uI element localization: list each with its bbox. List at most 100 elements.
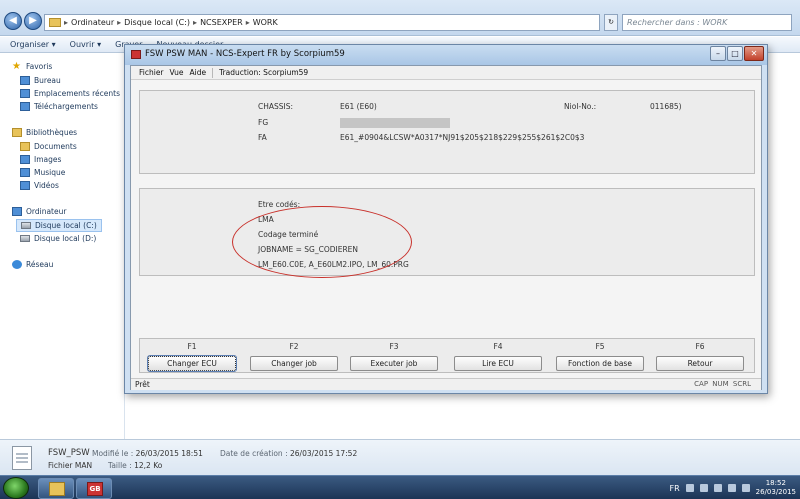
chevron-right-icon: ▸ xyxy=(193,18,198,27)
sidebar-favorites[interactable]: ★ Favoris xyxy=(12,61,52,72)
sidebar-item-desktop[interactable]: Bureau xyxy=(20,76,61,85)
fg-label: FG xyxy=(258,118,269,127)
taskbar-ncs-expert-button[interactable]: GB xyxy=(76,478,112,499)
file-created: Date de création : 26/03/2015 17:52 xyxy=(220,449,358,458)
keyboard-indicators: CAP NUM SCRL xyxy=(694,380,751,388)
change-job-button[interactable]: Changer job xyxy=(250,356,338,371)
fa-value: E61_#0904&LCSW*A0317*NJ91$205$218$229$25… xyxy=(340,133,585,142)
sidebar-network[interactable]: Réseau xyxy=(12,260,53,269)
computer-icon xyxy=(12,207,22,216)
network-icon xyxy=(12,260,22,269)
maximize-button[interactable]: □ xyxy=(727,46,743,61)
volume-icon[interactable] xyxy=(741,484,750,492)
breadcrumb-ncsexper[interactable]: NCSEXPER xyxy=(200,18,243,27)
breadcrumb-drive-c[interactable]: Disque local (C:) xyxy=(124,18,190,27)
system-tray: FR 18:52 26/03/2015 xyxy=(669,478,796,498)
chevron-right-icon: ▸ xyxy=(245,18,250,27)
breadcrumb-computer[interactable]: Ordinateur xyxy=(71,18,114,27)
sidebar-item-videos[interactable]: Vidéos xyxy=(20,181,59,190)
base-function-button[interactable]: Fonction de base xyxy=(556,356,644,371)
change-ecu-button[interactable]: Changer ECU xyxy=(147,355,237,372)
sidebar-item-recent[interactable]: Emplacements récents xyxy=(20,89,120,98)
folder-icon xyxy=(49,18,61,27)
sidebar-item-downloads[interactable]: Téléchargements xyxy=(20,102,98,111)
open-button[interactable]: Ouvrir ▾ xyxy=(70,40,101,49)
chevron-right-icon: ▸ xyxy=(117,18,122,27)
taskbar: GB FR 18:52 26/03/2015 xyxy=(0,475,800,499)
status-bar: Prêt CAP NUM SCRL xyxy=(131,378,761,390)
close-button[interactable]: ✕ xyxy=(744,46,764,61)
sidebar-item-images[interactable]: Images xyxy=(20,155,61,164)
sidebar-libraries[interactable]: Bibliothèques xyxy=(12,128,77,137)
app-icon xyxy=(131,50,141,59)
menu-translation[interactable]: Traduction: Scorpium59 xyxy=(219,68,308,77)
nio-value: 011685) xyxy=(650,102,682,111)
videos-icon xyxy=(20,181,30,190)
file-icon xyxy=(12,446,32,470)
sidebar-item-drive-c[interactable]: Disque local (C:) xyxy=(16,219,102,232)
fkey-label-f6: F6 xyxy=(695,342,705,351)
menu-view[interactable]: Vue xyxy=(170,68,184,77)
explorer-address-bar: ◀ ▶ ▸ Ordinateur ▸ Disque local (C:) ▸ N… xyxy=(0,0,800,36)
clock[interactable]: 18:52 26/03/2015 xyxy=(756,479,796,497)
tray-icon[interactable] xyxy=(685,484,694,492)
details-pane: FSW_PSW Modifié le : 26/03/2015 18:51 Da… xyxy=(0,439,800,475)
address-field[interactable]: ▸ Ordinateur ▸ Disque local (C:) ▸ NCSEX… xyxy=(44,14,600,31)
library-icon xyxy=(12,128,22,137)
ncs-expert-window: FSW PSW MAN - NCS-Expert FR by Scorpium5… xyxy=(124,44,768,394)
documents-icon xyxy=(20,142,30,151)
language-indicator[interactable]: FR xyxy=(669,484,679,493)
chassis-value: E61 (E60) xyxy=(340,102,377,111)
fg-value-redacted xyxy=(340,118,450,128)
execute-job-button[interactable]: Executer job xyxy=(350,356,438,371)
file-modified: Modifié le : 26/03/2015 18:51 xyxy=(92,449,203,458)
forward-button[interactable]: ▶ xyxy=(24,12,42,30)
organize-button[interactable]: Organiser ▾ xyxy=(10,40,56,49)
search-input[interactable]: Rechercher dans : WORK xyxy=(622,14,792,31)
refresh-button[interactable]: ↻ xyxy=(604,14,618,31)
nio-label: NioI-No.: xyxy=(564,102,597,111)
menu-help[interactable]: Aide xyxy=(190,68,207,77)
status-text: Prêt xyxy=(135,380,150,389)
fkey-label-f3: F3 xyxy=(389,342,399,351)
sidebar-item-drive-d[interactable]: Disque local (D:) xyxy=(20,234,96,243)
recent-places-icon xyxy=(20,89,30,98)
sidebar-item-music[interactable]: Musique xyxy=(20,168,65,177)
sidebar-computer[interactable]: Ordinateur xyxy=(12,207,66,216)
tray-icon[interactable] xyxy=(699,484,708,492)
fkey-label-f1: F1 xyxy=(187,342,197,351)
fa-label: FA xyxy=(258,133,267,142)
vehicle-info-panel: CHASSIS: E61 (E60) NioI-No.: 011685) FG … xyxy=(139,90,755,174)
folder-icon xyxy=(49,482,65,496)
star-icon: ★ xyxy=(12,61,21,72)
breadcrumb-work[interactable]: WORK xyxy=(253,18,278,27)
menu-bar: Fichier Vue Aide Traduction: Scorpium59 xyxy=(131,66,761,80)
fkey-label-f5: F5 xyxy=(595,342,605,351)
chassis-label: CHASSIS: xyxy=(258,102,294,111)
chevron-right-icon: ▸ xyxy=(64,18,69,27)
music-icon xyxy=(20,168,30,177)
title-bar[interactable]: FSW PSW MAN - NCS-Expert FR by Scorpium5… xyxy=(125,45,767,65)
images-icon xyxy=(20,155,30,164)
back-button[interactable]: ◀ xyxy=(4,12,22,30)
fkey-label-f2: F2 xyxy=(289,342,299,351)
start-button[interactable] xyxy=(3,477,29,499)
menu-divider xyxy=(212,67,214,78)
minimize-button[interactable]: – xyxy=(710,46,726,61)
desktop-icon xyxy=(20,76,30,85)
file-type: Fichier MAN xyxy=(48,461,93,470)
downloads-icon xyxy=(20,102,30,111)
navigation-pane: ★ Favoris Bureau Emplacements récents Tél… xyxy=(0,54,125,439)
network-tray-icon[interactable] xyxy=(713,484,722,492)
back-button[interactable]: Retour xyxy=(656,356,744,371)
ncs-expert-icon: GB xyxy=(87,482,103,496)
sidebar-item-documents[interactable]: Documents xyxy=(20,142,77,151)
result-panel: Etre codés: LMA Codage terminé JOBNAME =… xyxy=(139,188,755,278)
function-key-bar: F1 Changer ECU F2 Changer job F3 Execute… xyxy=(139,338,755,373)
fkey-label-f4: F4 xyxy=(493,342,503,351)
taskbar-explorer-button[interactable] xyxy=(38,478,74,499)
menu-file[interactable]: Fichier xyxy=(139,68,164,77)
read-ecu-button[interactable]: Lire ECU xyxy=(454,356,542,371)
client-area: Fichier Vue Aide Traduction: Scorpium59 … xyxy=(130,65,762,390)
battery-icon[interactable] xyxy=(727,484,736,492)
